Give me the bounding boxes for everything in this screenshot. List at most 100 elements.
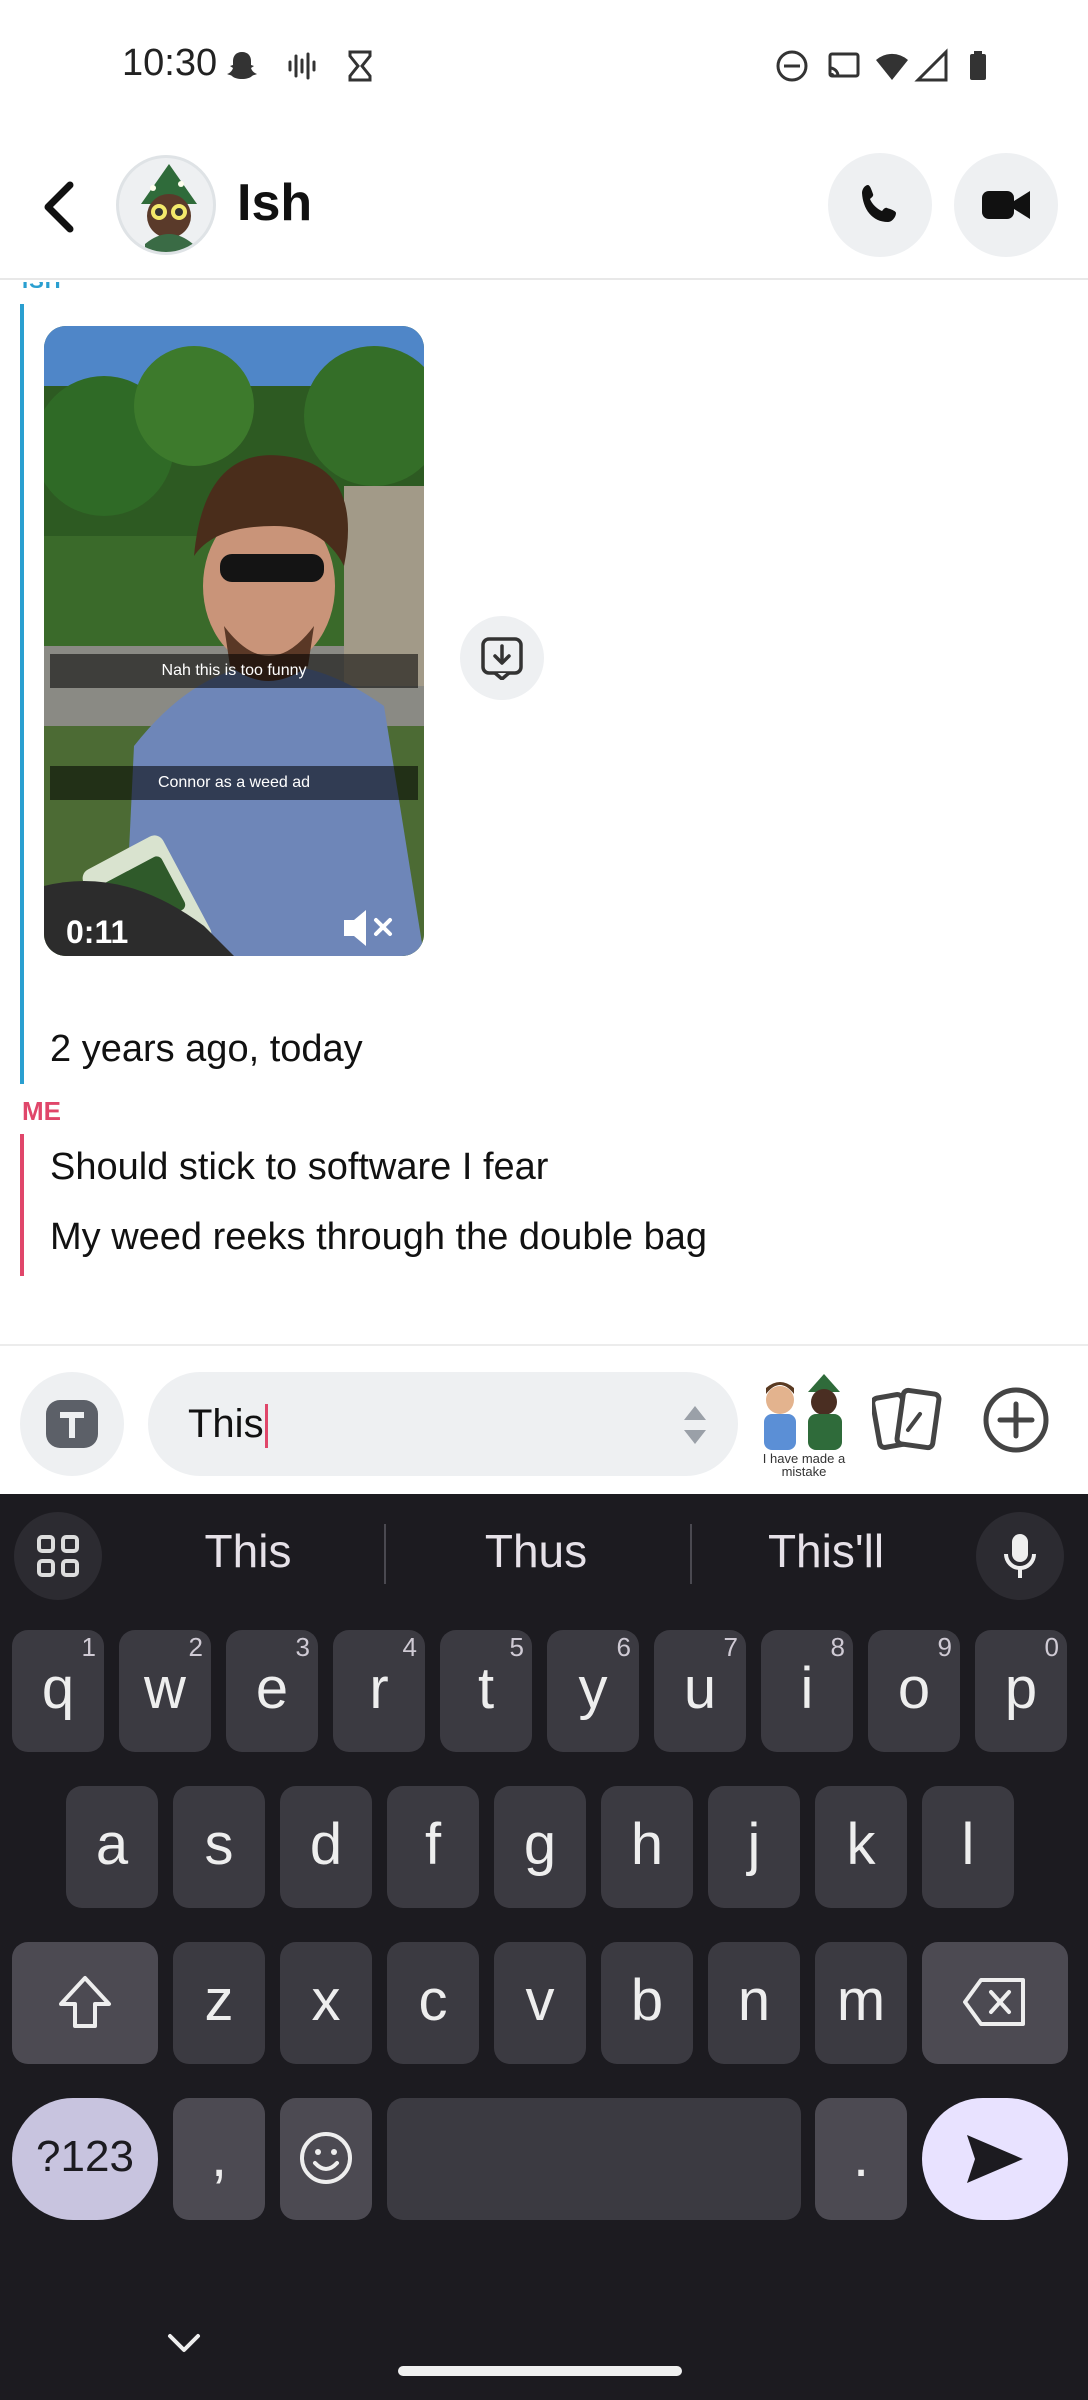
send-arrow-icon: [967, 2135, 1023, 2183]
shift-arrow-icon: [59, 1976, 111, 2028]
video-camera-icon: [982, 191, 1030, 219]
video-call-button[interactable]: [954, 153, 1058, 257]
hourglass-icon: [348, 50, 372, 82]
emoji-icon: [300, 2132, 352, 2184]
snap-caption-top: Nah this is too funny: [50, 654, 418, 688]
key-d[interactable]: d: [280, 1786, 372, 1908]
mute-icon[interactable]: [340, 906, 396, 950]
send-key[interactable]: [922, 2098, 1068, 2220]
key-label: r: [369, 1656, 389, 1721]
key-h[interactable]: h: [601, 1786, 693, 1908]
key-o[interactable]: o9: [868, 1630, 960, 1752]
symbols-key[interactable]: ?123: [12, 2098, 158, 2220]
wifi-icon: [876, 53, 908, 80]
bitmoji-avatar-icon: [141, 164, 197, 252]
expand-input-icon[interactable]: [682, 1402, 708, 1448]
backspace-icon: [963, 1978, 1025, 2026]
key-label: t: [477, 1656, 495, 1721]
key-e[interactable]: e3: [226, 1630, 318, 1752]
microphone-icon: [1004, 1534, 1036, 1578]
key-label: i: [800, 1656, 814, 1721]
message-composer: This I have made a mistake: [0, 1344, 1088, 1494]
snap-caption-bottom: Connor as a weed ad: [50, 766, 418, 800]
key-j[interactable]: j: [708, 1786, 800, 1908]
bitmoji-sticker-icon: [764, 1374, 842, 1450]
key-b[interactable]: b: [601, 1942, 693, 2064]
key-n[interactable]: n: [708, 1942, 800, 2064]
key-hint: 1: [81, 1632, 96, 1662]
conversation-area[interactable]: ISH Nah this is too funny Connor as a we…: [0, 282, 1088, 1344]
home-indicator[interactable]: [398, 2366, 682, 2376]
keyboard-menu-button[interactable]: [14, 1512, 102, 1600]
key-hint: 7: [723, 1632, 738, 1662]
suggestion-3[interactable]: This'll: [686, 1524, 966, 1578]
voice-call-button[interactable]: [828, 153, 932, 257]
key-hint: 4: [402, 1632, 417, 1662]
hide-keyboard-icon[interactable]: [164, 2330, 204, 2358]
back-arrow-icon[interactable]: [34, 175, 90, 239]
key-z[interactable]: z: [173, 1942, 265, 2064]
message-text[interactable]: My weed reeks through the double bag: [50, 1216, 707, 1259]
backspace-key[interactable]: [922, 1942, 1068, 2064]
grid-icon: [37, 1535, 79, 1577]
key-q[interactable]: q1: [12, 1630, 104, 1752]
key-label: o: [897, 1656, 931, 1721]
key-v[interactable]: v: [494, 1942, 586, 2064]
key-s[interactable]: s: [173, 1786, 265, 1908]
download-icon: [481, 637, 523, 680]
key-f[interactable]: f: [387, 1786, 479, 1908]
text-format-button[interactable]: [20, 1372, 124, 1476]
key-y[interactable]: y6: [547, 1630, 639, 1752]
video-snap[interactable]: Nah this is too funny Connor as a weed a…: [44, 326, 424, 956]
me-message-bar: [20, 1134, 24, 1276]
suggestion-2[interactable]: Thus: [396, 1524, 676, 1578]
emoji-key[interactable]: [280, 2098, 372, 2220]
key-r[interactable]: r4: [333, 1630, 425, 1752]
key-c[interactable]: c: [387, 1942, 479, 2064]
key-k[interactable]: k: [815, 1786, 907, 1908]
key-hint: 8: [830, 1632, 845, 1662]
message-text[interactable]: Should stick to software I fear: [50, 1146, 548, 1189]
voice-input-button[interactable]: [976, 1512, 1064, 1600]
key-m[interactable]: m: [815, 1942, 907, 2064]
key-label: q: [41, 1656, 75, 1721]
space-bar[interactable]: [387, 2098, 801, 2220]
key-u[interactable]: u7: [654, 1630, 746, 1752]
key-t[interactable]: t5: [440, 1630, 532, 1752]
chat-header: Ish: [0, 135, 1088, 280]
key-hint: 2: [188, 1632, 203, 1662]
sticker-caption: I have made a mistake: [762, 1451, 846, 1479]
cell-signal-icon: [914, 48, 948, 82]
status-bar: 10:30: [0, 0, 1088, 135]
save-to-camera-roll-button[interactable]: [460, 616, 544, 700]
phone-icon: [862, 185, 896, 222]
key-label: e: [255, 1656, 289, 1721]
suggestion-1[interactable]: This: [108, 1524, 388, 1578]
shift-key[interactable]: [12, 1942, 158, 2064]
text-cursor: [264, 1404, 268, 1449]
key-w[interactable]: w2: [119, 1630, 211, 1752]
cards-icon[interactable]: [872, 1386, 944, 1454]
key-label: u: [683, 1656, 717, 1721]
key-a[interactable]: a: [66, 1786, 158, 1908]
key-g[interactable]: g: [494, 1786, 586, 1908]
comma-key[interactable]: ,: [173, 2098, 265, 2220]
key-x[interactable]: x: [280, 1942, 372, 2064]
period-key[interactable]: .: [815, 2098, 907, 2220]
key-i[interactable]: i8: [761, 1630, 853, 1752]
key-l[interactable]: l: [922, 1786, 1014, 1908]
key-label: p: [1004, 1656, 1038, 1721]
key-hint: 6: [616, 1632, 631, 1662]
chat-title[interactable]: Ish: [237, 173, 312, 233]
chat-input-text: This: [188, 1402, 264, 1446]
key-label: w: [144, 1656, 186, 1721]
message-text[interactable]: 2 years ago, today: [50, 1028, 363, 1071]
contact-avatar[interactable]: [116, 155, 216, 255]
add-attachment-icon[interactable]: [980, 1384, 1052, 1456]
divider: [384, 1524, 386, 1584]
suggestion-strip: This Thus This'll: [0, 1494, 1088, 1612]
chat-input[interactable]: This: [148, 1372, 738, 1476]
key-p[interactable]: p0: [975, 1630, 1067, 1752]
sender-label-me: ME: [22, 1096, 61, 1126]
bitmoji-sticker-button[interactable]: I have made a mistake: [758, 1374, 850, 1478]
